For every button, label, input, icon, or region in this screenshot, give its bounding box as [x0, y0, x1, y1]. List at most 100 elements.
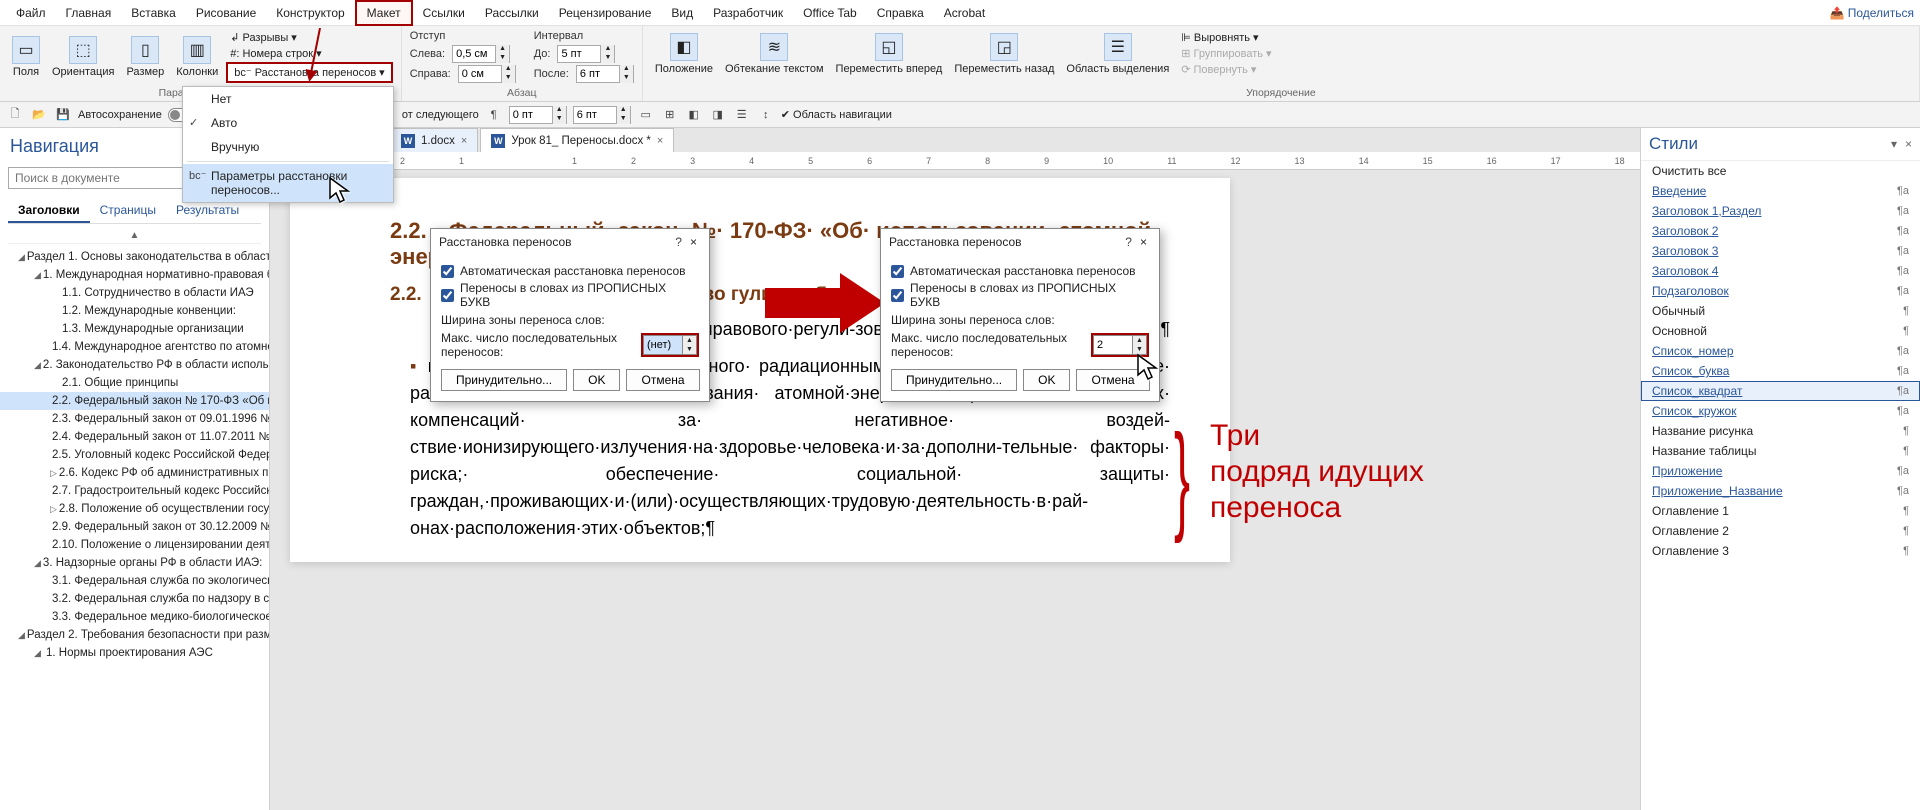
tree-item[interactable]: 3.3. Федеральное медико-биологическое а.… — [0, 608, 269, 626]
menu-home[interactable]: Главная — [56, 2, 122, 24]
menu-acrobat[interactable]: Acrobat — [934, 2, 995, 24]
pilcrow-icon[interactable]: ¶ — [485, 106, 503, 124]
rotate-button[interactable]: ⟳ Повернуть ▾ — [1177, 62, 1275, 77]
hyph-params[interactable]: bc⁻Параметры расстановки переносов... — [183, 164, 393, 202]
save-icon[interactable]: 💾 — [54, 106, 72, 124]
qb-spacing-a[interactable]: ▲▼ — [509, 106, 567, 124]
style-row[interactable]: Заголовок 1,Раздел¶a — [1641, 201, 1920, 221]
tree-item[interactable]: 2.2. Федеральный закон № 170-ФЗ «Об исп.… — [0, 392, 269, 410]
menu-mailings[interactable]: Рассылки — [475, 2, 549, 24]
hyph-auto[interactable]: ✓Авто — [183, 111, 393, 135]
dialog-help-icon[interactable]: ? — [671, 235, 686, 249]
style-row[interactable]: Очистить все — [1641, 161, 1920, 181]
position-button[interactable]: ◧Положение — [651, 31, 717, 77]
tree-item[interactable]: ◢3. Надзорные органы РФ в области ИАЭ: — [0, 554, 269, 572]
menu-developer[interactable]: Разработчик — [703, 2, 793, 24]
tree-item[interactable]: 2.10. Положение о лицензировании деятел.… — [0, 536, 269, 554]
nav-tab-headings[interactable]: Заголовки — [8, 199, 90, 223]
nav-collapse-all[interactable]: ▲ — [8, 228, 261, 244]
close-icon[interactable]: × — [461, 135, 467, 147]
style-row[interactable]: Название таблицы¶ — [1641, 441, 1920, 461]
styles-close-icon[interactable]: × — [1905, 137, 1912, 151]
indent-left-input[interactable]: ▲▼ — [452, 45, 510, 63]
close-icon[interactable]: × — [657, 135, 663, 147]
style-row[interactable]: Список_кружок¶a — [1641, 401, 1920, 421]
tree-item[interactable]: ◢Раздел 1. Основы законодательства в обл… — [0, 248, 269, 266]
ok-button[interactable]: OK — [1023, 369, 1070, 391]
style-row[interactable]: Название рисунка¶ — [1641, 421, 1920, 441]
style-row[interactable]: Список_номер¶a — [1641, 341, 1920, 361]
auto-hyphen-checkbox[interactable]: Автоматическая расстановка переносов — [891, 264, 1149, 278]
tree-item[interactable]: ◢Раздел 2. Требования безопасности при р… — [0, 626, 269, 644]
tree-item[interactable]: ▷2.6. Кодекс РФ об административных прав… — [0, 464, 269, 482]
new-icon[interactable]: 🗋 — [6, 106, 24, 124]
style-row[interactable]: Оглавление 1¶ — [1641, 501, 1920, 521]
style-row[interactable]: Основной¶ — [1641, 321, 1920, 341]
nav-pane-toggle[interactable]: ✔ Область навигации — [781, 108, 892, 121]
style-row[interactable]: Оглавление 3¶ — [1641, 541, 1920, 561]
open-icon[interactable]: 📂 — [30, 106, 48, 124]
max-hyphen-input[interactable]: ▲▼ — [643, 335, 697, 355]
group-button[interactable]: ⊞ Группировать ▾ — [1177, 46, 1275, 61]
qb-icon-4[interactable]: ◨ — [709, 106, 727, 124]
qb-icon-2[interactable]: ⊞ — [661, 106, 679, 124]
qb-icon-6[interactable]: ↕ — [757, 106, 775, 124]
horizontal-ruler[interactable]: 2112345678910111213141516171819 — [270, 152, 1640, 170]
nav-tab-pages[interactable]: Страницы — [90, 199, 166, 223]
margins-button[interactable]: ▭Поля — [8, 34, 44, 80]
style-row[interactable]: Обычный¶ — [1641, 301, 1920, 321]
tree-item[interactable]: 1.1. Сотрудничество в области ИАЭ — [0, 284, 269, 302]
qb-icon-5[interactable]: ☰ — [733, 106, 751, 124]
style-row[interactable]: Список_буква¶a — [1641, 361, 1920, 381]
send-backward-button[interactable]: ◲Переместить назад — [950, 31, 1058, 77]
tree-item[interactable]: 2.3. Федеральный закон от 09.01.1996 № 3… — [0, 410, 269, 428]
selection-pane-button[interactable]: ☰Область выделения — [1062, 31, 1173, 77]
max-hyphen-input[interactable]: ▲▼ — [1093, 335, 1147, 355]
ok-button[interactable]: OK — [573, 369, 620, 391]
tree-item[interactable]: 2.1. Общие принципы — [0, 374, 269, 392]
dialog-close-icon[interactable]: × — [1136, 235, 1151, 249]
size-button[interactable]: ▯Размер — [122, 34, 168, 80]
style-row[interactable]: Подзаголовок¶a — [1641, 281, 1920, 301]
cancel-button[interactable]: Отмена — [626, 369, 699, 391]
menu-file[interactable]: Файл — [6, 2, 56, 24]
style-row[interactable]: Заголовок 4¶a — [1641, 261, 1920, 281]
bring-forward-button[interactable]: ◱Переместить вперед — [832, 31, 947, 77]
style-row[interactable]: Заголовок 3¶a — [1641, 241, 1920, 261]
indent-right-input[interactable]: ▲▼ — [458, 65, 516, 83]
style-row[interactable]: Заголовок 2¶a — [1641, 221, 1920, 241]
tree-item[interactable]: 2.5. Уголовный кодекс Российской Федера.… — [0, 446, 269, 464]
auto-hyphen-checkbox[interactable]: Автоматическая расстановка переносов — [441, 264, 699, 278]
qb-icon-1[interactable]: ▭ — [637, 106, 655, 124]
tree-item[interactable]: 2.9. Федеральный закон от 30.12.2009 № 3… — [0, 518, 269, 536]
dialog-help-icon[interactable]: ? — [1121, 235, 1136, 249]
columns-button[interactable]: ▥Колонки — [172, 34, 222, 80]
spacing-after-input[interactable]: ▲▼ — [576, 65, 634, 83]
hyph-none[interactable]: Нет — [183, 87, 393, 111]
tree-item[interactable]: 2.4. Федеральный закон от 11.07.2011 № 1… — [0, 428, 269, 446]
tree-item[interactable]: 1.2. Международные конвенции: — [0, 302, 269, 320]
caps-hyphen-checkbox[interactable]: Переносы в словах из ПРОПИСНЫХ БУКВ — [891, 281, 1149, 309]
style-row[interactable]: Приложение_Название¶a — [1641, 481, 1920, 501]
orientation-button[interactable]: ⬚Ориентация — [48, 34, 118, 80]
tree-item[interactable]: 1.3. Международные организации — [0, 320, 269, 338]
doc-tab-2[interactable]: WУрок 81_ Переносы.docx *× — [480, 128, 674, 152]
tree-item[interactable]: ◢1. Международная нормативно-правовая ба… — [0, 266, 269, 284]
style-row[interactable]: Список_квадрат¶a — [1641, 381, 1920, 401]
doc-tab-1[interactable]: W1.docx× — [390, 128, 478, 152]
tree-item[interactable]: 3.1. Федеральная служба по экологическом… — [0, 572, 269, 590]
menu-layout[interactable]: Макет — [355, 0, 413, 26]
align-button[interactable]: ⊫ Выровнять ▾ — [1177, 30, 1275, 45]
caps-hyphen-checkbox[interactable]: Переносы в словах из ПРОПИСНЫХ БУКВ — [441, 281, 699, 309]
menu-references[interactable]: Ссылки — [413, 2, 475, 24]
tree-item[interactable]: ◢1. Нормы проектирования АЭС — [0, 644, 269, 662]
tree-item[interactable]: 1.4. Международное агентство по атомной.… — [0, 338, 269, 356]
menu-design[interactable]: Конструктор — [266, 2, 354, 24]
spacing-before-input[interactable]: ▲▼ — [557, 45, 615, 63]
menu-draw[interactable]: Рисование — [186, 2, 266, 24]
tree-item[interactable]: ◢2. Законодательство РФ в области исполь… — [0, 356, 269, 374]
hyph-manual[interactable]: Вручную — [183, 135, 393, 159]
tree-item[interactable]: ▷2.8. Положение об осуществлении государ… — [0, 500, 269, 518]
tree-item[interactable]: 3.2. Федеральная служба по надзору в сфе… — [0, 590, 269, 608]
qb-spacing-b[interactable]: ▲▼ — [573, 106, 631, 124]
